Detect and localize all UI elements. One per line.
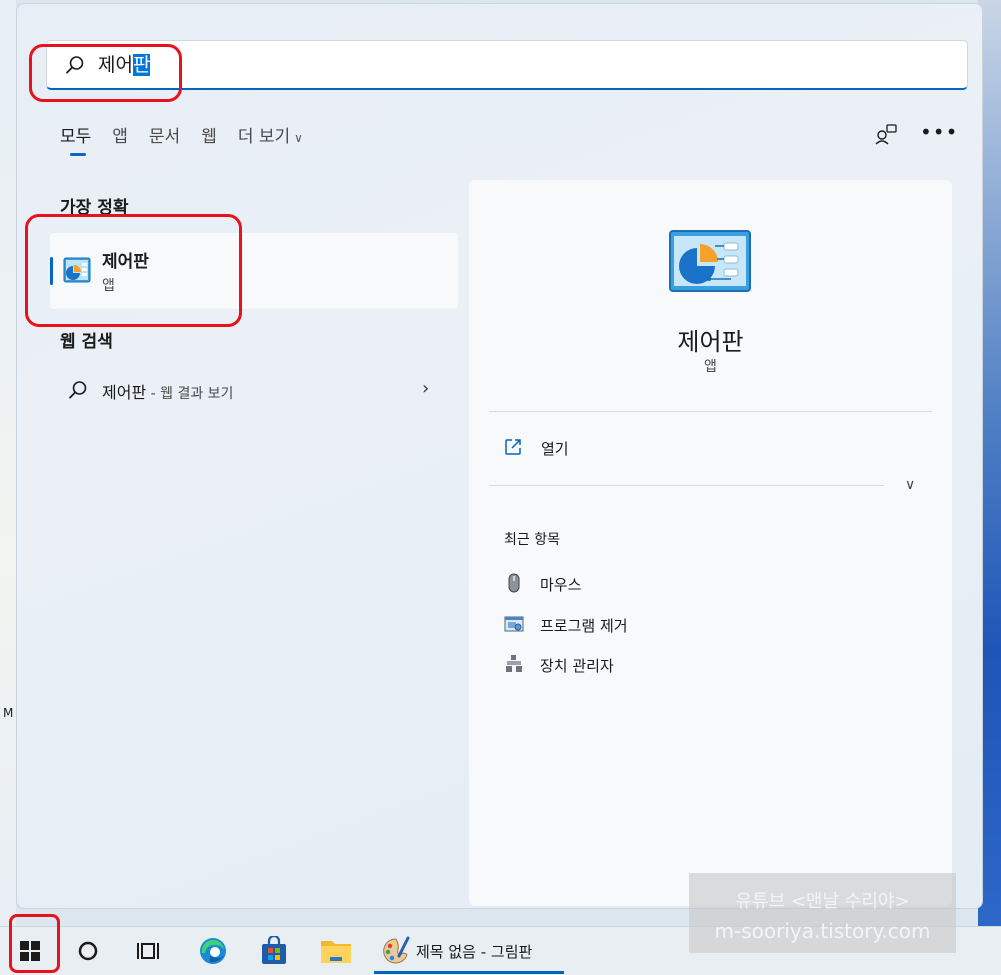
- highlight-best-match: [25, 214, 242, 327]
- watermark: 유튜브 <맨날 수리야> m-sooriya.tistory.com: [689, 873, 956, 953]
- tab-documents[interactable]: 문서: [149, 122, 180, 152]
- chevron-right-icon: ›: [422, 378, 430, 399]
- desktop-wallpaper-left: [0, 0, 16, 930]
- details-type: 앱: [704, 359, 717, 375]
- chevron-down-icon: ∨: [294, 131, 303, 145]
- mouse-icon: [508, 573, 520, 593]
- control-panel-large-icon: [669, 230, 751, 292]
- paint-button[interactable]: [378, 927, 414, 975]
- store-icon: [262, 936, 286, 964]
- open-label: 열기: [541, 440, 569, 458]
- tab-more[interactable]: 더 보기 ∨: [238, 122, 303, 152]
- web-search-text: 제어판 - 웹 결과 보기: [102, 383, 234, 402]
- store-button[interactable]: [256, 927, 292, 975]
- expand-chevron-icon[interactable]: ∨: [905, 477, 915, 493]
- highlight-start-button: [9, 914, 60, 973]
- task-view-icon: [137, 943, 159, 959]
- paint-icon: [383, 936, 410, 964]
- edge-icon: [200, 938, 226, 964]
- web-search-item[interactable]: 제어판 - 웹 결과 보기 ›: [50, 370, 458, 410]
- edge-button[interactable]: [195, 927, 231, 975]
- cortana-icon: [78, 941, 98, 961]
- recent-heading: 최근 항목: [504, 532, 560, 548]
- tab-apps[interactable]: 앱: [112, 122, 128, 152]
- details-title: 제어판: [677, 328, 744, 356]
- details-pane: 제어판 앱 열기 ∨ 최근 항목 마우스 프로그램 제거 장치 관리자: [469, 180, 952, 906]
- device-manager-icon: [506, 655, 522, 672]
- tab-all[interactable]: 모두: [60, 122, 91, 156]
- web-search-heading: 웹 검색: [60, 332, 113, 352]
- file-explorer-button[interactable]: [318, 927, 354, 975]
- more-options-icon[interactable]: •••: [920, 120, 958, 144]
- filter-tabs: 모두 앱 문서 웹 더 보기 ∨: [60, 122, 324, 156]
- tab-web[interactable]: 웹: [201, 122, 217, 152]
- folder-icon: [321, 941, 351, 963]
- feedback-icon[interactable]: [874, 122, 898, 146]
- paint-window-title[interactable]: 제목 없음 - 그림판: [416, 941, 532, 962]
- desktop-label: M: [3, 706, 14, 720]
- search-icon: [69, 381, 87, 399]
- search-input[interactable]: 제어판: [46, 40, 968, 90]
- open-external-icon: [505, 439, 521, 455]
- divider: [489, 411, 932, 412]
- task-view-button[interactable]: [130, 927, 166, 975]
- highlight-search: [29, 44, 182, 102]
- programs-icon: [504, 616, 524, 632]
- cortana-button[interactable]: [70, 927, 106, 975]
- divider: [489, 485, 884, 486]
